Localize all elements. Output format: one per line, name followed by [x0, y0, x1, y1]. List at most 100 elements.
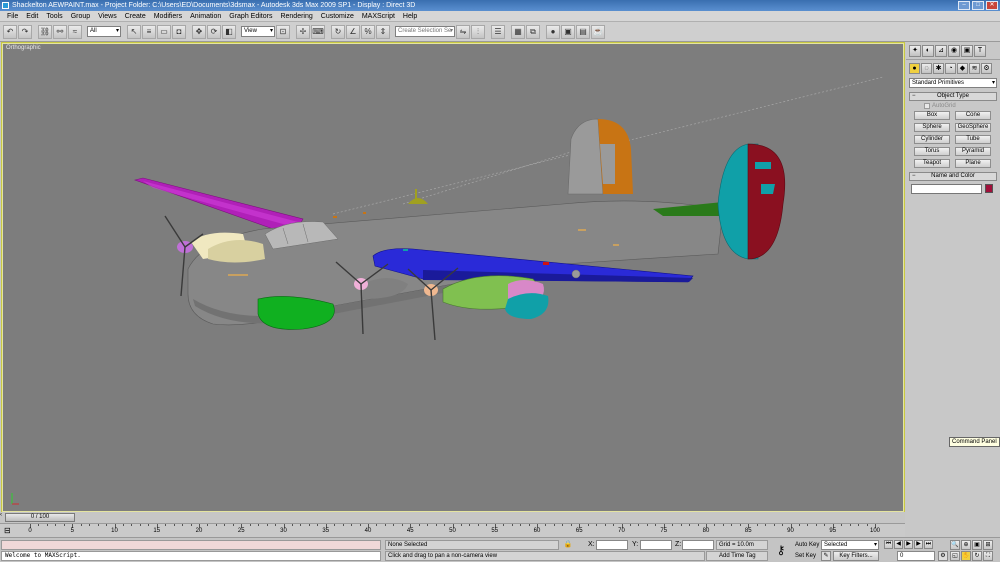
- display-tab-icon[interactable]: ▣: [961, 45, 973, 57]
- track-bar[interactable]: ⊟ 0 5 10 15 20 25 30 35 40 45 50 55 60 65 70 75 80 85 90 95…: [0, 523, 905, 537]
- create-tab-icon[interactable]: ✦: [909, 45, 921, 57]
- align-icon[interactable]: ⫶: [471, 24, 485, 39]
- next-frame-icon[interactable]: ▶: [914, 540, 923, 549]
- systems-icon[interactable]: ⚙: [981, 63, 992, 74]
- menu-file[interactable]: File: [3, 11, 22, 22]
- modify-tab-icon[interactable]: ◐: [922, 45, 934, 57]
- menu-maxscript[interactable]: MAXScript: [358, 11, 399, 22]
- select-manipulate-icon[interactable]: ✢: [296, 24, 310, 39]
- add-time-tag[interactable]: Add Time Tag: [706, 551, 768, 561]
- selection-filter-dropdown[interactable]: All: [87, 26, 121, 37]
- render-setup-icon[interactable]: ▣: [561, 24, 575, 39]
- time-configuration-icon[interactable]: ⚙: [938, 551, 948, 561]
- lights-icon[interactable]: ✱: [933, 63, 944, 74]
- current-frame-field[interactable]: 0: [897, 551, 935, 561]
- key-filters-button[interactable]: Key Filters...: [833, 551, 879, 561]
- close-button[interactable]: ✕: [986, 1, 998, 10]
- redo-icon[interactable]: ↷: [18, 24, 32, 39]
- torus-button[interactable]: Torus: [914, 147, 950, 156]
- rendered-frame-window-icon[interactable]: ▤: [576, 24, 590, 39]
- go-to-end-icon[interactable]: ⏭: [924, 540, 933, 549]
- utilities-tab-icon[interactable]: T: [974, 45, 986, 57]
- region-zoom-icon[interactable]: ◱: [950, 551, 960, 561]
- geosphere-button[interactable]: GeoSphere: [955, 123, 991, 132]
- set-key-button[interactable]: Set Key: [795, 551, 816, 561]
- teapot-button[interactable]: Teapot: [914, 159, 950, 168]
- mirror-icon[interactable]: ⇋: [456, 24, 470, 39]
- rectangular-selection-icon[interactable]: ▭: [157, 24, 171, 39]
- spinner-snap-icon[interactable]: ⇕: [376, 24, 390, 39]
- menu-modifiers[interactable]: Modifiers: [150, 11, 186, 22]
- select-by-name-icon[interactable]: ≡: [142, 24, 156, 39]
- motion-tab-icon[interactable]: ◉: [948, 45, 960, 57]
- menu-graph-editors[interactable]: Graph Editors: [225, 11, 276, 22]
- name-and-color-rollout[interactable]: Name and Color: [909, 172, 997, 181]
- material-editor-icon[interactable]: ●: [546, 24, 560, 39]
- named-selection-sets-dropdown[interactable]: Create Selection Se: [395, 26, 455, 37]
- schematic-view-icon[interactable]: ⧉: [526, 24, 540, 39]
- shapes-icon[interactable]: ◌: [921, 63, 932, 74]
- menu-tools[interactable]: Tools: [42, 11, 66, 22]
- track-ruler[interactable]: 0 5 10 15 20 25 30 35 40 45 50 55 60 65 70 75 80 85 90 95 10…: [28, 524, 890, 538]
- y-coord-field[interactable]: [640, 540, 672, 550]
- minimize-button[interactable]: –: [958, 1, 970, 10]
- menu-rendering[interactable]: Rendering: [276, 11, 316, 22]
- undo-icon[interactable]: ↶: [3, 24, 17, 39]
- menu-create[interactable]: Create: [121, 11, 150, 22]
- menu-views[interactable]: Views: [94, 11, 121, 22]
- zoom-all-icon[interactable]: ⊕: [961, 540, 971, 550]
- curve-editor-icon[interactable]: ▦: [511, 24, 525, 39]
- primitive-category-dropdown[interactable]: Standard Primitives: [909, 78, 997, 88]
- select-rotate-icon[interactable]: ⟳: [207, 24, 221, 39]
- zoom-extents-all-icon[interactable]: ⊞: [983, 540, 993, 550]
- pan-view-icon[interactable]: ✋: [961, 551, 971, 561]
- box-button[interactable]: Box: [914, 111, 950, 120]
- maxscript-output[interactable]: Welcome to MAXScript.: [1, 551, 381, 561]
- maxscript-mini-listener[interactable]: [1, 540, 381, 550]
- selection-lock-icon[interactable]: 🔒: [563, 540, 573, 550]
- maximize-button[interactable]: □: [972, 1, 984, 10]
- select-object-icon[interactable]: ↖: [127, 24, 141, 39]
- layer-manager-icon[interactable]: ☰: [491, 24, 505, 39]
- plane-button[interactable]: Plane: [955, 159, 991, 168]
- previous-frame-icon[interactable]: ◀: [894, 540, 903, 549]
- zoom-icon[interactable]: 🔍: [950, 540, 960, 550]
- autogrid-checkbox[interactable]: AutoGrid: [924, 103, 1000, 109]
- menu-customize[interactable]: Customize: [317, 11, 358, 22]
- geometry-icon[interactable]: ●: [909, 63, 920, 74]
- reference-coordinate-dropdown[interactable]: View: [241, 26, 275, 37]
- time-slider[interactable]: 0 / 100: [5, 513, 75, 522]
- menu-animation[interactable]: Animation: [186, 11, 225, 22]
- mini-curve-editor-icon[interactable]: ⊟: [4, 526, 14, 535]
- helpers-icon[interactable]: ◆: [957, 63, 968, 74]
- object-color-swatch[interactable]: [985, 184, 993, 193]
- z-coord-field[interactable]: [682, 540, 714, 550]
- pyramid-button[interactable]: Pyramid: [955, 147, 991, 156]
- cone-button[interactable]: Cone: [955, 111, 991, 120]
- angle-snap-icon[interactable]: ∠: [346, 24, 360, 39]
- pivot-center-icon[interactable]: ⊡: [276, 24, 290, 39]
- zoom-extents-icon[interactable]: ▣: [972, 540, 982, 550]
- hierarchy-tab-icon[interactable]: ⊿: [935, 45, 947, 57]
- auto-key-button[interactable]: Auto Key: [795, 540, 819, 550]
- app-icon[interactable]: [2, 2, 9, 9]
- play-icon[interactable]: ▶: [904, 540, 913, 549]
- snaps-toggle-icon[interactable]: ↻: [331, 24, 345, 39]
- object-type-rollout[interactable]: Object Type: [909, 92, 997, 101]
- x-coord-field[interactable]: [596, 540, 628, 550]
- bind-spacewarp-icon[interactable]: ≈: [68, 24, 82, 39]
- menu-edit[interactable]: Edit: [22, 11, 42, 22]
- set-keys-icon[interactable]: ⚷: [772, 541, 790, 559]
- object-name-input[interactable]: [911, 184, 982, 194]
- arc-rotate-icon[interactable]: ↻: [972, 551, 982, 561]
- unlink-icon[interactable]: ⚯: [53, 24, 67, 39]
- select-move-icon[interactable]: ✥: [192, 24, 206, 39]
- render-production-icon[interactable]: ☕: [591, 24, 605, 39]
- viewport-orthographic[interactable]: Orthographic: [1, 42, 905, 513]
- menu-group[interactable]: Group: [67, 11, 94, 22]
- link-icon[interactable]: ⛓: [38, 24, 52, 39]
- menu-help[interactable]: Help: [399, 11, 421, 22]
- sphere-button[interactable]: Sphere: [914, 123, 950, 132]
- maximize-viewport-icon[interactable]: ⛶: [983, 551, 993, 561]
- cylinder-button[interactable]: Cylinder: [914, 135, 950, 144]
